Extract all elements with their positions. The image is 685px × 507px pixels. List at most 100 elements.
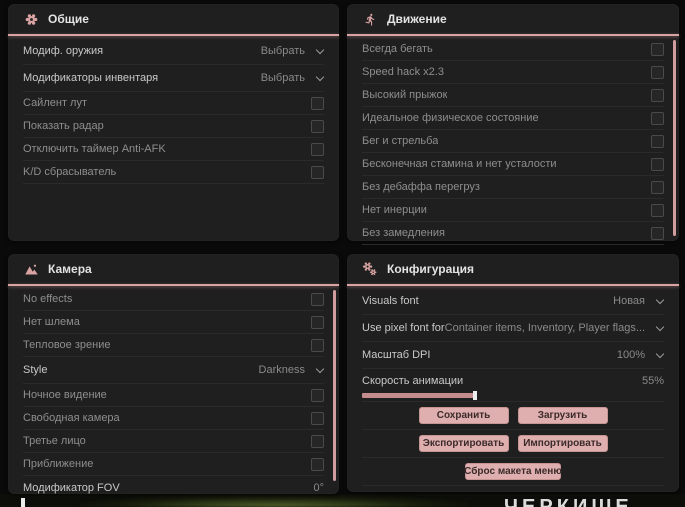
- row-always-run: Всегда бегать: [362, 38, 664, 61]
- mountains-icon: [23, 261, 39, 277]
- row-label: Масштаб DPI: [362, 349, 431, 361]
- row-high-jump: Высокий прыжок: [362, 84, 664, 107]
- panel-title: Конфигурация: [387, 262, 475, 276]
- row-label: Свободная камера: [23, 412, 120, 424]
- row-label: Ночное видение: [23, 389, 107, 401]
- row-silent-loot: Сайлент лут: [23, 92, 324, 115]
- runner-icon: [362, 11, 378, 27]
- row-fov-modifier: Модификатор FOV 0°: [21, 476, 324, 507]
- fov-slider[interactable]: [21, 498, 228, 507]
- no-slowdown-checkbox[interactable]: [651, 226, 664, 240]
- row-zoom: Приближение: [23, 453, 324, 476]
- chevron-down-icon: [316, 47, 324, 55]
- row-use-pixel-font-for: Use pixel font for Container items, Inve…: [362, 315, 664, 342]
- row-label: Speed hack x2.3: [362, 66, 444, 78]
- panel-title: Камера: [48, 262, 92, 276]
- row-label: Тепловое зрение: [23, 339, 111, 351]
- row-label: Style: [23, 364, 48, 376]
- row-label: Бесконечная стамина и нет усталости: [362, 158, 557, 170]
- visuals-font-dropdown[interactable]: Новая: [613, 295, 664, 307]
- row-weapon-mod: Модиф. оружия Выбрать: [23, 38, 324, 65]
- style-dropdown[interactable]: Darkness: [259, 364, 324, 376]
- flower-gear-icon: [23, 11, 39, 27]
- chevron-down-icon: [656, 297, 664, 305]
- camera-panel-header: Камера: [8, 254, 339, 284]
- row-label: Приближение: [23, 458, 94, 470]
- animation-speed-slider[interactable]: [362, 391, 567, 400]
- row-label: Use pixel font for: [362, 322, 445, 334]
- row-label: Отключить таймер Anti-AFK: [23, 143, 166, 155]
- button-row: Сохранить Загрузить: [362, 402, 664, 430]
- row-no-inertia: Нет инерции: [362, 199, 664, 222]
- panel-title: Общие: [48, 12, 89, 26]
- animation-speed-slider-thumb[interactable]: [472, 391, 477, 400]
- always-run-checkbox[interactable]: [651, 42, 664, 56]
- chevron-down-icon: [316, 74, 324, 82]
- zoom-checkbox[interactable]: [311, 457, 324, 471]
- row-label: Нет инерции: [362, 204, 427, 216]
- chevron-down-icon: [316, 366, 324, 374]
- row-no-slowdown: Без замедления: [362, 222, 664, 245]
- general-panel-header: Общие: [8, 4, 339, 34]
- save-button[interactable]: Сохранить: [418, 407, 509, 424]
- camera-panel: Камера No effects Нет шлема Тепловое зре…: [8, 254, 339, 507]
- no-effects-checkbox[interactable]: [311, 292, 324, 306]
- perfect-physical-condition-checkbox[interactable]: [651, 111, 664, 125]
- dropdown-value: Выбрать: [260, 45, 305, 57]
- row-label: Высокий прыжок: [362, 89, 448, 101]
- row-third-person: Третье лицо: [23, 430, 324, 453]
- infinite-stamina-checkbox[interactable]: [651, 157, 664, 171]
- row-label: Идеальное физическое состояние: [362, 112, 539, 124]
- movement-scrollbar[interactable]: [673, 40, 676, 236]
- no-overload-debuff-checkbox[interactable]: [651, 180, 664, 194]
- no-inertia-checkbox[interactable]: [651, 203, 664, 217]
- button-row: Сброс макета меню: [362, 458, 664, 486]
- inventory-mods-dropdown[interactable]: Выбрать: [261, 72, 324, 84]
- dpi-scale-dropdown[interactable]: 100%: [617, 349, 664, 361]
- export-button[interactable]: Экспортировать: [418, 435, 509, 452]
- row-infinite-stamina: Бесконечная стамина и нет усталости: [362, 153, 664, 176]
- night-vision-checkbox[interactable]: [311, 388, 324, 402]
- dropdown-value: Darkness: [258, 364, 305, 376]
- animation-speed-slider-fill: [362, 391, 477, 400]
- reset-menu-layout-button[interactable]: Сброс макета меню: [464, 463, 562, 480]
- fov-slider-thumb[interactable]: [21, 498, 25, 507]
- load-button[interactable]: Загрузить: [517, 407, 608, 424]
- row-thermal-vision: Тепловое зрение: [23, 334, 324, 357]
- row-run-and-shoot: Бег и стрельба: [362, 130, 664, 153]
- dropdown-value: Новая: [613, 295, 645, 307]
- dropdown-value: Container items, Inventory, Player flags…: [444, 322, 645, 334]
- thermal-vision-checkbox[interactable]: [311, 338, 324, 352]
- disable-anti-afk-timer-checkbox[interactable]: [311, 142, 324, 156]
- row-label: No effects: [23, 293, 73, 305]
- high-jump-checkbox[interactable]: [651, 88, 664, 102]
- camera-scrollbar[interactable]: [333, 290, 336, 481]
- weapon-mod-dropdown[interactable]: Выбрать: [261, 45, 324, 57]
- no-helmet-checkbox[interactable]: [311, 315, 324, 329]
- row-label: Модификатор FOV: [23, 482, 120, 494]
- silent-loot-checkbox[interactable]: [311, 96, 324, 110]
- config-panel-header: Конфигурация: [347, 254, 679, 284]
- kd-resetter-checkbox[interactable]: [311, 165, 324, 179]
- chevron-down-icon: [656, 351, 664, 359]
- row-label: Бег и стрельба: [362, 135, 439, 147]
- row-inventory-mods: Модификаторы инвентаря Выбрать: [23, 65, 324, 92]
- free-camera-checkbox[interactable]: [311, 411, 324, 425]
- row-dpi-scale: Масштаб DPI 100%: [362, 342, 664, 369]
- row-label: Всегда бегать: [362, 43, 433, 55]
- show-radar-checkbox[interactable]: [311, 119, 324, 133]
- use-pixel-font-for-dropdown[interactable]: Container items, Inventory, Player flags…: [445, 322, 664, 334]
- row-show-radar: Показать радар: [23, 115, 324, 138]
- speed-hack-checkbox[interactable]: [651, 65, 664, 79]
- game-overlay-screen: ЧЕРКИШЕ Общие Модиф. оружия Выбрать Моди…: [0, 0, 685, 507]
- general-panel: Общие Модиф. оружия Выбрать Модификаторы…: [8, 4, 339, 241]
- row-label: Нет шлема: [23, 316, 80, 328]
- row-night-vision: Ночное видение: [23, 384, 324, 407]
- row-kd-resetter: K/D сбрасыватель: [23, 161, 324, 184]
- row-visuals-font: Visuals font Новая: [362, 288, 664, 315]
- import-button[interactable]: Импортировать: [517, 435, 608, 452]
- row-label: Скорость анимации: [362, 375, 464, 387]
- run-and-shoot-checkbox[interactable]: [651, 134, 664, 148]
- panel-title: Движение: [387, 12, 447, 26]
- third-person-checkbox[interactable]: [311, 434, 324, 448]
